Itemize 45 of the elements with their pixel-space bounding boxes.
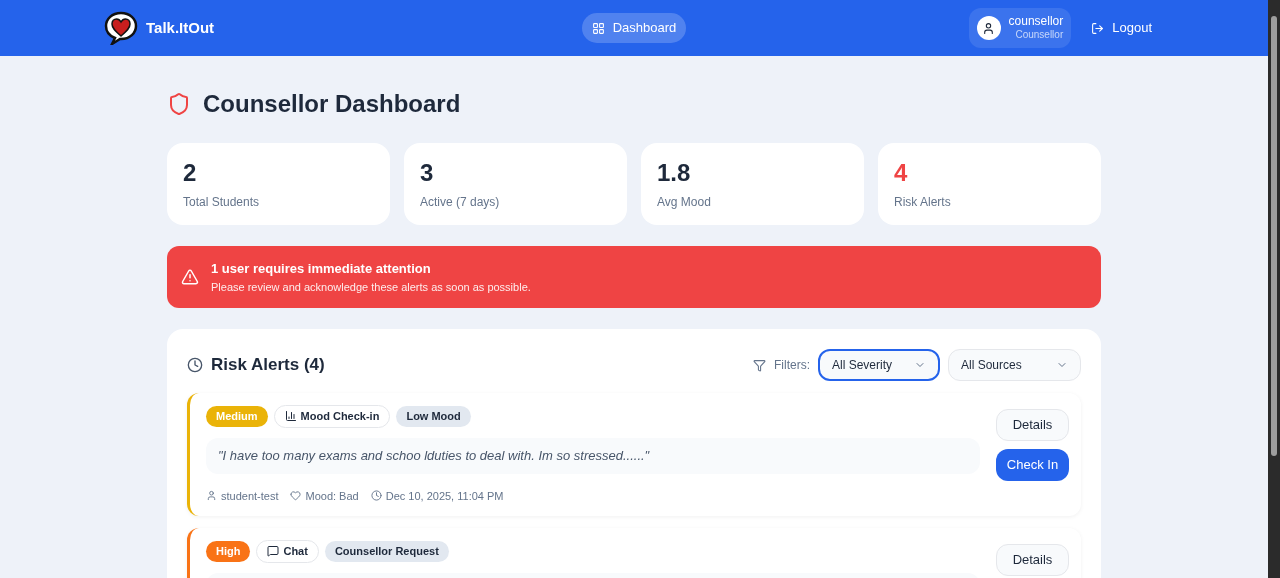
severity-badge: High <box>206 541 251 562</box>
user-chip[interactable]: counsellor Counsellor <box>968 8 1072 48</box>
user-role: Counsellor <box>1015 29 1064 42</box>
clock-icon <box>187 357 203 373</box>
chat-bubble-icon <box>267 545 280 558</box>
reason-badge: Low Mood <box>396 406 471 427</box>
stat-label: Avg Mood <box>657 194 712 211</box>
bar-chart-icon <box>284 410 297 423</box>
severity-badge: Medium <box>206 406 268 427</box>
warning-icon <box>181 268 199 286</box>
filters-label: Filters: <box>774 357 810 374</box>
stat-label: Active (7 days) <box>420 194 501 211</box>
stat-value: 3 <box>420 159 435 187</box>
logout-button[interactable]: Logout <box>1091 18 1152 38</box>
stat-value: 1.8 <box>657 159 692 187</box>
details-button[interactable]: Details <box>996 409 1069 441</box>
filter-icon <box>753 358 766 372</box>
user-icon <box>982 21 996 35</box>
reason-badge: Counsellor Request <box>324 541 449 562</box>
student-name: student-test <box>221 488 279 504</box>
user-name: counsellor <box>1008 14 1064 30</box>
shield-icon <box>167 92 191 116</box>
grid-icon <box>591 21 605 35</box>
nav-tab[interactable]: Dashboard <box>581 13 687 43</box>
check-in-button[interactable]: Check In <box>996 449 1069 481</box>
time-text: Dec 10, 2025, 11:04 PM <box>385 488 504 504</box>
stat-label: Risk Alerts <box>894 194 952 211</box>
banner-message: Please review and acknowledge these alerts as soon as possible. <box>211 279 531 295</box>
mood-text: Mood: Bad <box>305 488 359 504</box>
page-title: Counsellor Dashboard <box>203 89 461 119</box>
stat-value: 2 <box>183 159 198 187</box>
panel-title: Risk Alerts (4) <box>211 354 325 377</box>
logout-icon <box>1091 21 1105 35</box>
user-icon <box>206 490 217 502</box>
stat-value: 4 <box>894 159 909 187</box>
stat-label: Total Students <box>183 194 261 211</box>
quote-text: "I have too many exams and schoo lduties to deal with. Im so stressed......" <box>218 446 650 465</box>
heart-speech-bubble-logo <box>104 11 138 45</box>
banner-title: 1 user requires immediate attention <box>211 260 432 278</box>
brand-name: Talk.ItOut <box>146 17 215 38</box>
clock-icon <box>370 490 382 502</box>
filter-dropdown[interactable]: All Sources <box>948 349 1081 381</box>
heart-icon <box>290 490 302 502</box>
filter-dropdown[interactable]: All Severity <box>818 349 940 381</box>
details-button[interactable]: Details <box>996 544 1069 576</box>
